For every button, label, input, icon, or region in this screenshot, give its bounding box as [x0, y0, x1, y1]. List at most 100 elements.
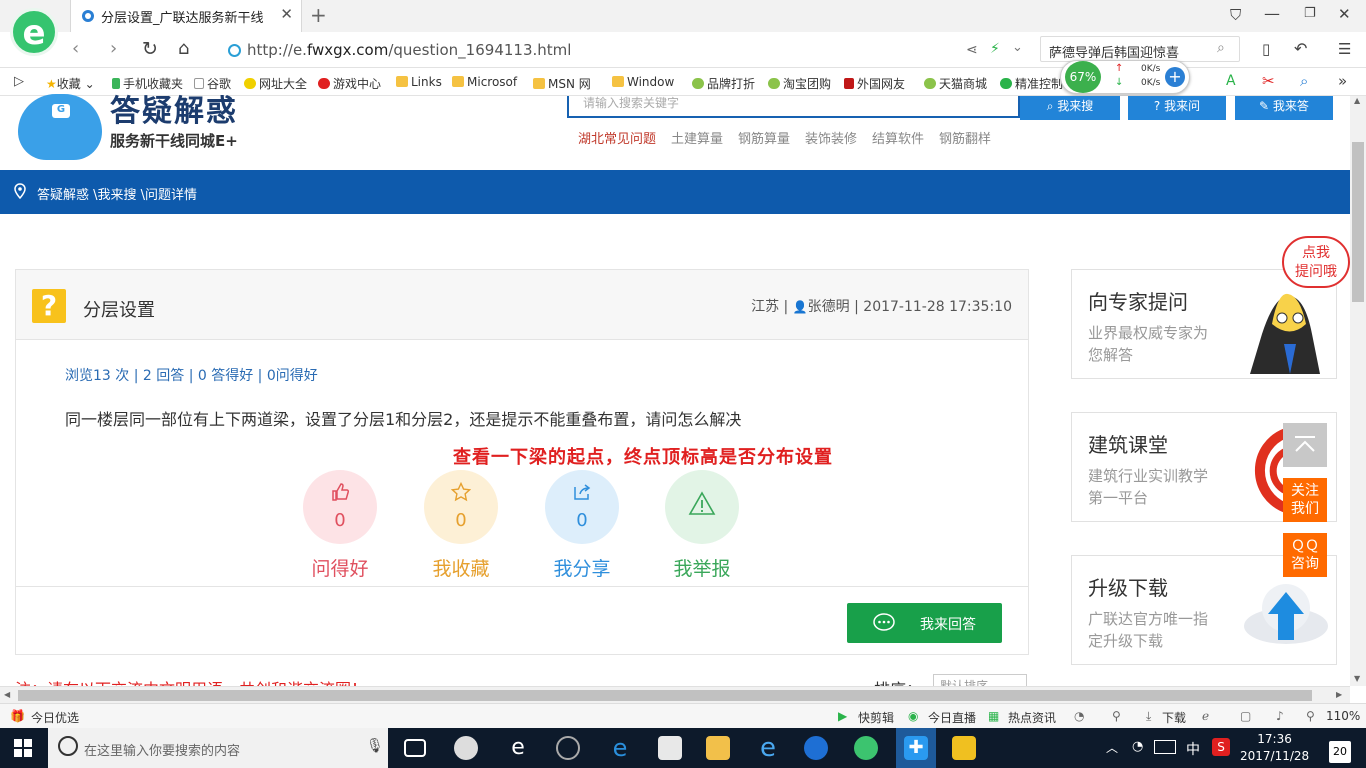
fav-item-microsoft[interactable]: Microsof — [452, 75, 517, 89]
back-icon[interactable]: ‹ — [72, 38, 79, 59]
speed-icon[interactable]: ◔ — [1074, 709, 1084, 723]
plus-icon[interactable]: + — [1165, 67, 1185, 87]
notes-app-icon[interactable] — [952, 736, 976, 760]
hot-link[interactable]: 土建算量 — [671, 128, 723, 147]
horizontal-scroll-thumb[interactable] — [18, 690, 1312, 701]
chevron-up-icon[interactable]: ︿ — [1106, 739, 1118, 756]
fav-item-links[interactable]: Links — [396, 75, 442, 89]
microphone-icon[interactable]: 🎙 — [366, 738, 384, 754]
fav-item-google[interactable]: 谷歌 — [194, 75, 231, 92]
fav-item-games[interactable]: 游戏中心 — [318, 75, 381, 92]
undo-icon[interactable]: ↶ — [1294, 39, 1307, 58]
file-explorer-icon[interactable] — [706, 736, 730, 760]
scroll-up-icon[interactable]: ▲ — [1354, 96, 1360, 105]
wifi-icon[interactable]: ◔ — [1132, 739, 1143, 754]
back-to-top-button[interactable] — [1283, 423, 1327, 467]
input-method-indicator[interactable]: 中 — [1186, 739, 1200, 759]
scissors-icon[interactable]: ✂ — [1262, 72, 1275, 90]
quick-edit-link[interactable]: 快剪辑 — [858, 709, 894, 726]
task-view-icon[interactable] — [404, 739, 426, 757]
edge-legacy-icon[interactable]: e — [506, 736, 530, 760]
taskbar-search-input[interactable]: 在这里输入你要搜索的内容 🎙 — [48, 728, 388, 768]
answer-button[interactable]: ✎ 我来答 — [1235, 96, 1333, 120]
favorite-button[interactable]: 0 我收藏 — [424, 470, 498, 581]
fav-item-portal[interactable]: 网址大全 — [244, 75, 307, 92]
browser-tab[interactable]: 分层设置_广联达服务新干线 ✕ — [70, 0, 302, 32]
ask-button[interactable]: ? 我来问 — [1128, 96, 1226, 120]
search-icon[interactable]: ⌕ — [1217, 40, 1225, 56]
breadcrumb[interactable]: 答疑解惑 \我来搜 \问题详情 — [37, 184, 197, 203]
fav-item-brand-sale[interactable]: 品牌打折 — [692, 75, 755, 92]
horizontal-scrollbar[interactable]: ◀ ▶ — [0, 686, 1350, 703]
restore-icon[interactable]: ❐ — [1304, 6, 1316, 21]
spiral-app-icon[interactable] — [556, 736, 580, 760]
pin-icon[interactable]: ⚲ — [1112, 709, 1121, 723]
zoom-level[interactable]: 110% — [1326, 709, 1360, 723]
browser-search-input[interactable]: 萨德导弹后韩国迎惊喜 ⌕ — [1040, 36, 1240, 62]
browser-logo-icon[interactable]: e — [10, 8, 58, 56]
sogou-icon[interactable]: S — [1212, 738, 1230, 756]
translate-icon[interactable]: A — [1226, 73, 1236, 89]
search-button[interactable]: ⌕ 我来搜 — [1020, 96, 1120, 120]
fav-item-tmall[interactable]: 天猫商城 — [924, 75, 987, 92]
forward-icon[interactable]: › — [110, 38, 117, 59]
360-browser-icon[interactable] — [854, 736, 878, 760]
network-speed-widget[interactable]: 67% ↑ ↓ 0K/s 0K/s + — [1060, 60, 1190, 94]
edge-icon[interactable]: e — [608, 736, 632, 760]
reply-button[interactable]: 我来回答 — [847, 603, 1002, 643]
home-icon[interactable]: ⌂ — [178, 38, 189, 59]
hot-link[interactable]: 湖北常见问题 — [578, 128, 656, 147]
ie-mode-icon[interactable]: ℯ — [1202, 709, 1209, 723]
refresh-icon[interactable]: ↻ — [142, 38, 158, 60]
fav-item-foreign[interactable]: 外国网友 — [844, 75, 905, 92]
more-icon[interactable]: » — [1338, 72, 1347, 90]
fav-item-collect[interactable]: ★收藏 ⌄ — [46, 75, 95, 92]
scroll-down-icon[interactable]: ▼ — [1354, 674, 1360, 683]
hot-link[interactable]: 钢筋翻样 — [939, 128, 991, 147]
brand[interactable]: 答疑解惑 服务新干线同城E+ — [110, 97, 238, 151]
shirt-icon[interactable]: ⛉ — [1230, 6, 1241, 24]
mute-icon[interactable]: ♪ — [1276, 709, 1284, 723]
share-button[interactable]: 0 我分享 — [545, 470, 619, 581]
fav-item-windows[interactable]: Window — [612, 75, 674, 89]
hot-link[interactable]: 结算软件 — [872, 128, 924, 147]
fav-item-msn[interactable]: MSN 网 — [533, 75, 591, 92]
hot-link[interactable]: 装饰装修 — [805, 128, 857, 147]
windows-start-icon[interactable] — [14, 739, 32, 757]
site-search-input[interactable]: 请输入搜索关键字 — [567, 96, 1020, 118]
live-link[interactable]: 今日直播 — [928, 709, 976, 726]
fav-item-mobile[interactable]: 手机收藏夹 — [112, 75, 183, 92]
today-picks-link[interactable]: 今日优选 — [31, 709, 79, 726]
menu-icon[interactable]: ☰ — [1338, 40, 1351, 58]
fav-item-precise[interactable]: 精准控制 — [1000, 75, 1063, 92]
close-window-icon[interactable]: ✕ — [1338, 5, 1351, 23]
tab-close-icon[interactable]: ✕ — [280, 5, 293, 23]
notification-center-badge[interactable]: 20 — [1329, 741, 1351, 763]
hot-news-link[interactable]: 热点资讯 — [1008, 709, 1056, 726]
qq-consult-button[interactable]: ＱＱ咨询 — [1283, 533, 1327, 577]
follow-us-button[interactable]: 关注我们 — [1283, 478, 1327, 522]
chevron-down-icon[interactable]: ⌄ — [1012, 40, 1023, 55]
window-icon[interactable]: ▢ — [1240, 709, 1251, 723]
internet-explorer-icon[interactable]: e — [756, 735, 780, 761]
fav-item-taobao[interactable]: 淘宝团购 — [768, 75, 831, 92]
scroll-left-icon[interactable]: ◀ — [4, 690, 10, 699]
sidebar-toggle-icon[interactable]: ▷ — [14, 74, 24, 89]
system-clock[interactable]: 17:36 2017/11/28 — [1240, 731, 1309, 765]
vertical-scroll-thumb[interactable] — [1352, 142, 1364, 302]
url-field[interactable]: http://e.fwxgx.com/question_1694113.html — [247, 41, 571, 59]
minimize-icon[interactable]: — — [1264, 4, 1280, 23]
hot-link[interactable]: 钢筋算量 — [738, 128, 790, 147]
ask-me-bubble[interactable]: 点我 提问哦 — [1282, 236, 1350, 288]
active-app-button[interactable]: ✚ — [896, 728, 936, 768]
pinwheel-app-icon[interactable] — [454, 736, 478, 760]
glodon-app-icon[interactable] — [804, 736, 828, 760]
like-question-button[interactable]: 0 问得好 — [303, 470, 377, 581]
question-author[interactable]: 张德明 — [808, 299, 850, 315]
download-link[interactable]: 下载 — [1162, 709, 1186, 726]
magnifier-icon[interactable]: ⌕ — [1300, 72, 1308, 90]
new-tab-icon[interactable]: + — [310, 3, 327, 27]
keyboard-icon[interactable] — [1154, 740, 1176, 754]
store-icon[interactable] — [658, 736, 682, 760]
lightning-icon[interactable]: ⚡ — [990, 41, 1000, 57]
